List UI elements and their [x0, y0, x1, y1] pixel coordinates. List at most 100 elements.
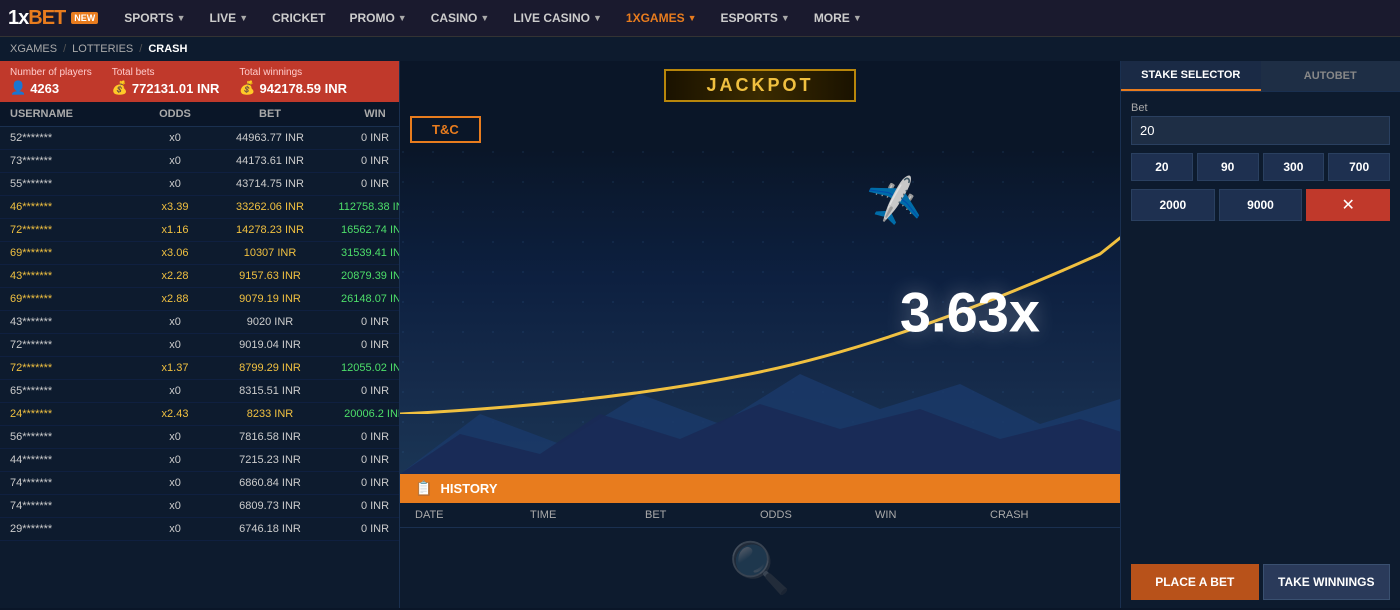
place-bet-button[interactable]: PLACE A BET	[1131, 564, 1259, 600]
cell-bet: 9079.19 INR	[210, 293, 330, 305]
table-row: 72******* x1.16 14278.23 INR 16562.74 IN…	[0, 219, 399, 242]
table-row: 69******* x2.88 9079.19 INR 26148.07 INR	[0, 288, 399, 311]
take-winnings-button[interactable]: TAKE WINNINGS	[1263, 564, 1391, 600]
cell-win: 0 INR	[330, 500, 399, 512]
table-row: 44******* x0 7215.23 INR 0 INR	[0, 449, 399, 472]
cell-bet: 6809.73 INR	[210, 500, 330, 512]
winnings-icon: 💰	[239, 80, 255, 96]
cell-odds: x0	[140, 477, 210, 489]
center-panel: JACKPOT T&C	[400, 61, 1120, 608]
logo-text: 1xBET	[8, 7, 65, 30]
cell-bet: 8799.29 INR	[210, 362, 330, 374]
cell-odds: x2.28	[140, 270, 210, 282]
nav-live-casino[interactable]: LIVE CASINO ▼	[503, 0, 612, 37]
cell-odds: x0	[140, 385, 210, 397]
nav-promo[interactable]: PROMO ▼	[339, 0, 416, 37]
table-row: 43******* x2.28 9157.63 INR 20879.39 INR	[0, 265, 399, 288]
logo[interactable]: 1xBET NEW	[8, 7, 98, 30]
cell-bet: 9020 INR	[210, 316, 330, 328]
multiplier-display: 3.63x	[900, 279, 1040, 344]
table-row: 29******* x0 6746.18 INR 0 INR	[0, 518, 399, 541]
quick-bet-20[interactable]: 20	[1131, 153, 1193, 181]
cell-bet: 6860.84 INR	[210, 477, 330, 489]
cell-bet: 8315.51 INR	[210, 385, 330, 397]
nav-more[interactable]: MORE ▼	[804, 0, 872, 37]
table-row: 55******* x0 43714.75 INR 0 INR	[0, 173, 399, 196]
quick-bets-row1: 20 90 300 700	[1131, 153, 1390, 181]
nav-esports[interactable]: ESPORTS ▼	[711, 0, 800, 37]
cell-odds: x0	[140, 431, 210, 443]
breadcrumb-lotteries[interactable]: LOTTERIES	[72, 43, 133, 55]
cell-odds: x0	[140, 178, 210, 190]
players-icon: 👤	[10, 80, 26, 96]
tab-autobet[interactable]: AUTOBET	[1261, 61, 1400, 91]
clear-button[interactable]: ✕	[1306, 189, 1390, 221]
tab-stake-selector[interactable]: STAKE SELECTOR	[1121, 61, 1261, 91]
col-username: USERNAME	[10, 108, 140, 120]
cell-bet: 8233 INR	[210, 408, 330, 420]
jackpot-bar: JACKPOT	[400, 61, 1120, 110]
cell-odds: x0	[140, 132, 210, 144]
bets-icon: 💰	[112, 80, 128, 96]
bet-input[interactable]	[1131, 116, 1390, 145]
history-bar: 📋 HISTORY	[400, 474, 1120, 503]
table-row: 74******* x0 6809.73 INR 0 INR	[0, 495, 399, 518]
bet-label: Bet	[1131, 102, 1390, 114]
table-row: 43******* x0 9020 INR 0 INR	[0, 311, 399, 334]
cell-win: 16562.74 INR	[330, 224, 399, 236]
quick-bet-700[interactable]: 700	[1328, 153, 1390, 181]
quick-bets-row2: 2000 9000 ✕	[1131, 189, 1390, 221]
table-row: 52******* x0 44963.77 INR 0 INR	[0, 127, 399, 150]
history-title: HISTORY	[440, 481, 497, 496]
cell-win: 0 INR	[330, 316, 399, 328]
tc-button[interactable]: T&C	[410, 116, 481, 143]
stat-total-winnings: Total winnings 💰 942178.59 INR	[239, 67, 347, 96]
cell-bet: 10307 INR	[210, 247, 330, 259]
cell-win: 0 INR	[330, 477, 399, 489]
game-area: ✈️ 3.63x	[400, 149, 1120, 474]
cell-win: 0 INR	[330, 454, 399, 466]
stake-content: Bet 20 90 300 700 2000 9000 ✕	[1121, 92, 1400, 556]
bet-field-group: Bet	[1131, 102, 1390, 145]
table-row: 72******* x1.37 8799.29 INR 12055.02 INR	[0, 357, 399, 380]
nav-casino[interactable]: CASINO ▼	[421, 0, 500, 37]
left-panel: Number of players 👤 4263 Total bets 💰 77…	[0, 61, 400, 608]
cell-win: 26148.07 INR	[330, 293, 399, 305]
hist-col-odds: ODDS	[760, 509, 875, 521]
cell-bet: 14278.23 INR	[210, 224, 330, 236]
nav-live[interactable]: LIVE ▼	[200, 0, 259, 37]
no-data-icon: 🔍	[729, 539, 791, 598]
breadcrumb: XGAMES / LOTTERIES / CRASH	[0, 37, 1400, 61]
cell-odds: x0	[140, 500, 210, 512]
cell-bet: 7215.23 INR	[210, 454, 330, 466]
cell-bet: 44963.77 INR	[210, 132, 330, 144]
cell-username: 43*******	[10, 270, 140, 282]
nav-sports[interactable]: SPORTS ▼	[114, 0, 195, 37]
nav-1xgames[interactable]: 1XGAMES ▼	[616, 0, 707, 37]
cell-username: 46*******	[10, 201, 140, 213]
cell-odds: x3.06	[140, 247, 210, 259]
cell-username: 72*******	[10, 362, 140, 374]
cell-win: 31539.41 INR	[330, 247, 399, 259]
cell-odds: x0	[140, 339, 210, 351]
cell-win: 0 INR	[330, 431, 399, 443]
quick-bet-90[interactable]: 90	[1197, 153, 1259, 181]
history-icon: 📋	[415, 480, 432, 497]
hist-col-bet: BET	[645, 509, 760, 521]
cell-odds: x0	[140, 454, 210, 466]
bets-table-body: 52******* x0 44963.77 INR 0 INR 73******…	[0, 127, 399, 608]
cell-odds: x0	[140, 155, 210, 167]
breadcrumb-sep2: /	[139, 43, 142, 55]
breadcrumb-xgames[interactable]: XGAMES	[10, 43, 57, 55]
stat-total-bets: Total bets 💰 772131.01 INR	[112, 67, 220, 96]
cell-bet: 9157.63 INR	[210, 270, 330, 282]
quick-bet-2000[interactable]: 2000	[1131, 189, 1215, 221]
nav-cricket[interactable]: CRICKET	[262, 0, 335, 37]
cell-win: 112758.38 INR	[330, 201, 399, 213]
stats-bar: Number of players 👤 4263 Total bets 💰 77…	[0, 61, 399, 102]
quick-bet-300[interactable]: 300	[1263, 153, 1325, 181]
quick-bet-9000[interactable]: 9000	[1219, 189, 1303, 221]
cell-bet: 44173.61 INR	[210, 155, 330, 167]
stat-players: Number of players 👤 4263	[10, 67, 92, 96]
history-body: 🔍	[400, 528, 1120, 608]
